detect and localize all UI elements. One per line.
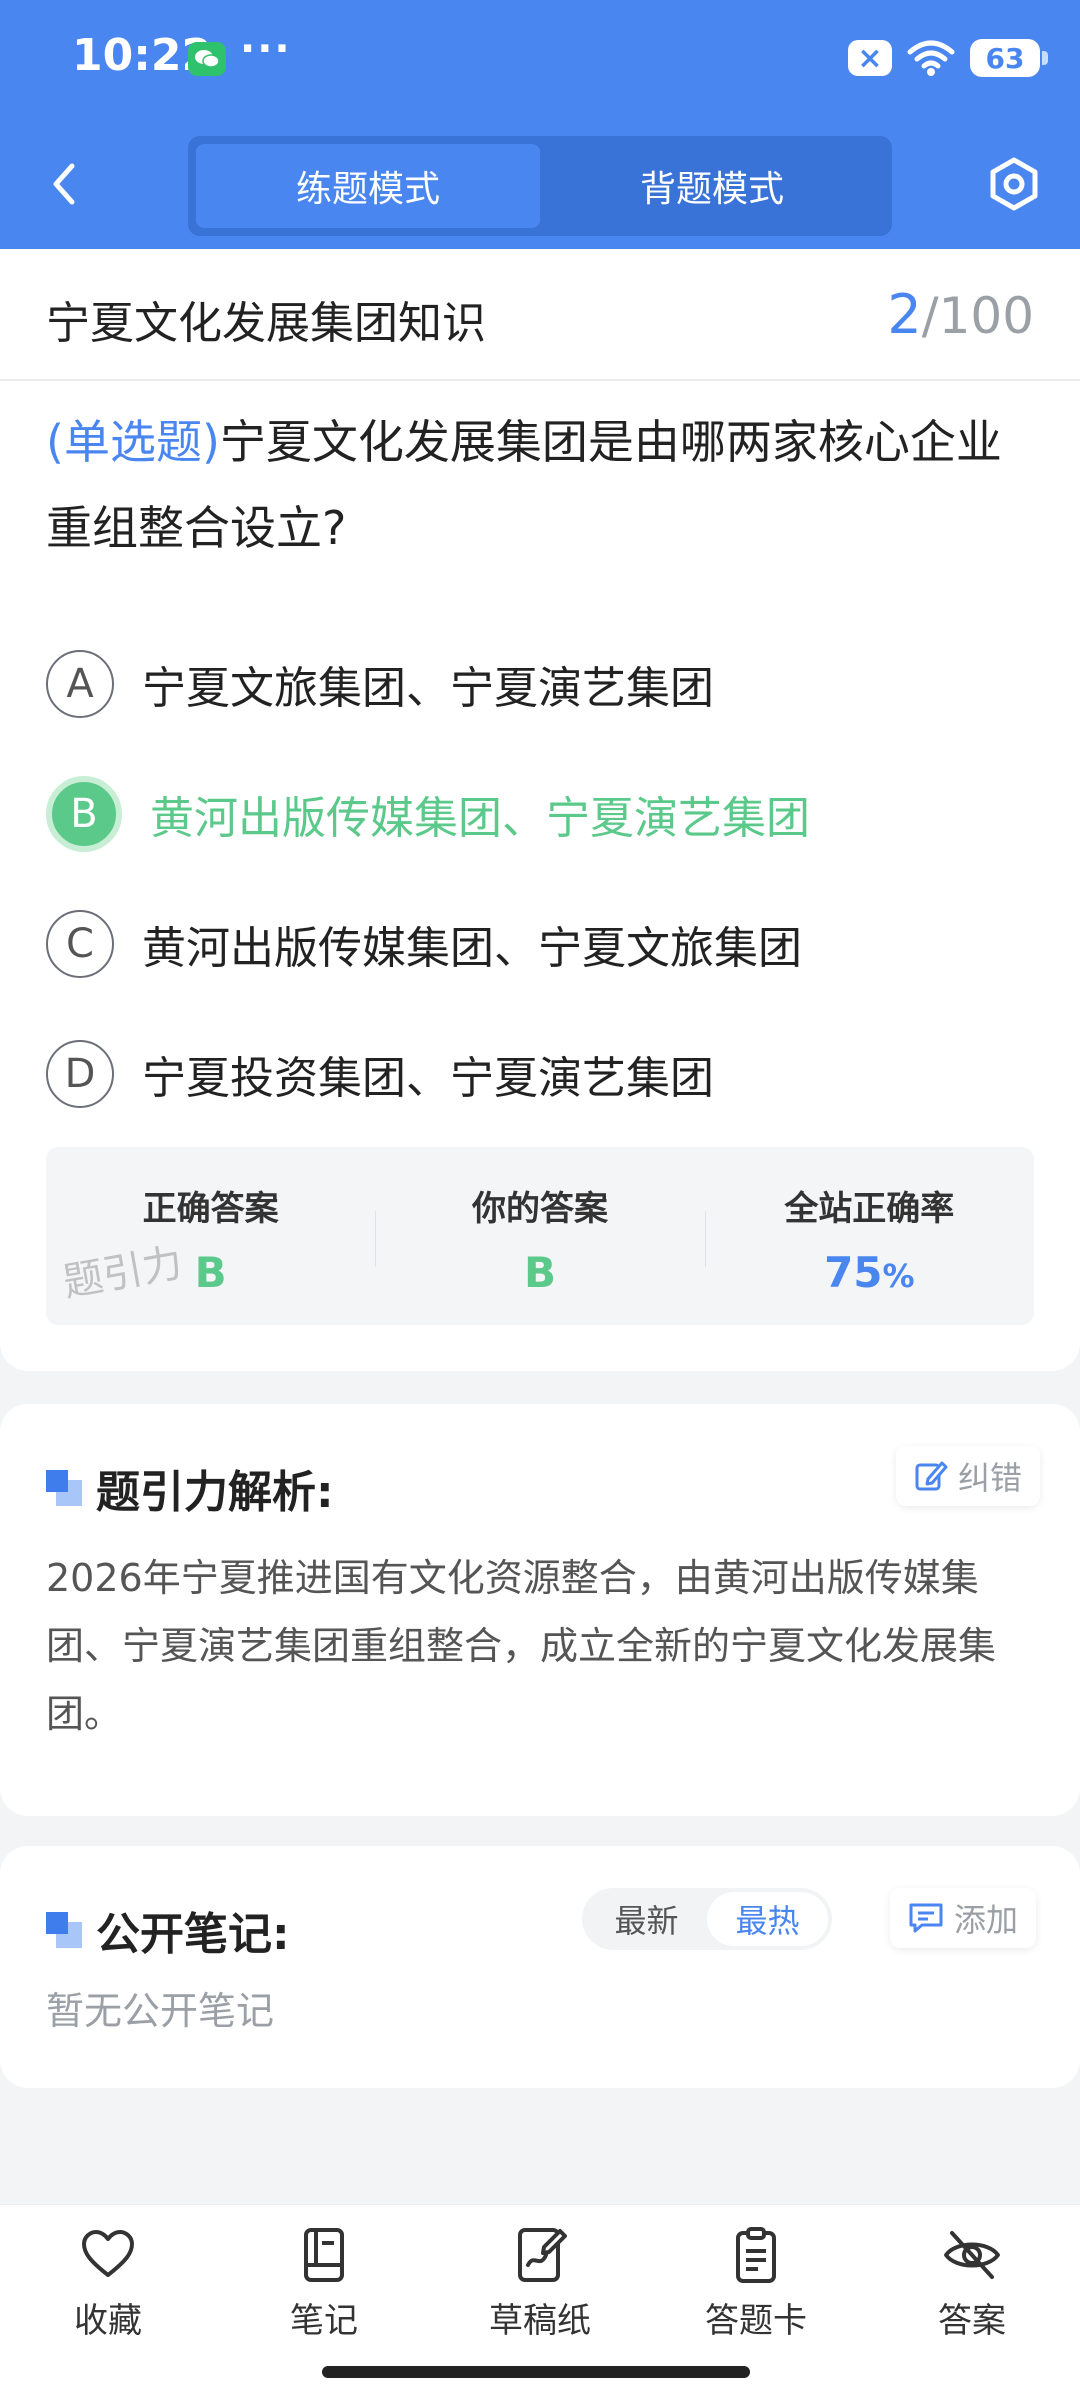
question-stem: (单选题)宁夏文化发展集团是由哪两家核心企业重组整合设立?	[46, 399, 1036, 571]
report-error-button[interactable]: 纠错	[896, 1446, 1041, 1506]
add-note-label: 添加	[954, 1901, 1019, 1939]
accuracy-rate-stat: 全站正确率 75%	[704, 1147, 1034, 1325]
answer-sheet-tab[interactable]: 答题卡	[676, 2225, 836, 2342]
tab-label: 草稿纸	[489, 2301, 591, 2341]
option-text: 黄河出版传媒集团、宁夏文旅集团	[142, 923, 802, 974]
settings-hexagon-icon[interactable]	[984, 154, 1044, 214]
option-letter: C	[46, 910, 114, 978]
tab-label: 答题卡	[705, 2301, 807, 2341]
draft-paper-tab[interactable]: 草稿纸	[460, 2225, 620, 2342]
option-b[interactable]: B 黄河出版传媒集团、宁夏演艺集团	[46, 749, 1036, 879]
add-note-button[interactable]: 添加	[890, 1888, 1037, 1948]
option-letter: D	[46, 1040, 114, 1108]
wechat-icon	[188, 42, 226, 76]
option-d[interactable]: D 宁夏投资集团、宁夏演艺集团	[46, 1009, 1036, 1139]
current-question-number: 2	[887, 283, 922, 346]
option-text: 宁夏文旅集团、宁夏演艺集团	[142, 663, 714, 714]
back-chevron-icon[interactable]	[44, 158, 84, 210]
sort-hottest-button[interactable]: 最热	[707, 1892, 828, 1946]
option-c[interactable]: C 黄河出版传媒集团、宁夏文旅集团	[46, 879, 1036, 1009]
nav-row: 练题模式 背题模式	[0, 130, 1080, 240]
answer-sheet-icon	[736, 2227, 776, 2283]
options-list: A 宁夏文旅集团、宁夏演艺集团 B 黄河出版传媒集团、宁夏演艺集团 C 黄河出版…	[46, 619, 1036, 1139]
notes-header: 公开笔记:	[46, 1898, 290, 1962]
notes-tab[interactable]: 笔记	[244, 2225, 404, 2342]
rate-number: 75	[824, 1248, 883, 1297]
analysis-header: 题引力解析:	[46, 1456, 334, 1520]
rate-unit: %	[882, 1257, 915, 1295]
eye-off-icon	[944, 2231, 1000, 2279]
notebook-icon	[304, 2228, 344, 2282]
show-answer-tab[interactable]: 答案	[892, 2225, 1052, 2342]
question-type: (单选题)	[46, 415, 220, 469]
practice-mode-tab[interactable]: 练题模式	[196, 144, 540, 228]
stat-value: 75%	[705, 1248, 1034, 1297]
tab-label: 答案	[938, 2301, 1006, 2341]
favorite-tab[interactable]: 收藏	[28, 2225, 188, 2342]
wifi-icon	[907, 40, 955, 76]
more-notifications-icon: ···	[240, 26, 292, 72]
option-text: 宁夏投资集团、宁夏演艺集团	[142, 1053, 714, 1104]
notes-sort-toggle: 最新 最热	[582, 1888, 832, 1950]
section-squares-icon	[46, 1470, 82, 1506]
heart-icon	[82, 2230, 134, 2277]
close-box-icon: ×	[848, 40, 892, 76]
option-letter: B	[46, 776, 122, 852]
edit-icon	[915, 1461, 948, 1491]
option-a[interactable]: A 宁夏文旅集团、宁夏演艺集团	[46, 619, 1036, 749]
mode-toggle: 练题模式 背题模式	[188, 136, 892, 236]
analysis-title: 题引力解析:	[96, 1467, 334, 1518]
draft-paper-icon	[518, 2228, 567, 2282]
status-icons: × 63	[848, 38, 1048, 78]
option-letter: A	[46, 650, 114, 718]
collection-title: 宁夏文化发展集团知识	[46, 298, 486, 349]
app-header: 10:22 ··· × 63 练题模式 背题模式	[0, 0, 1080, 249]
correct-answer-stat: 正确答案 B 题引力	[46, 1147, 375, 1325]
stat-label: 你的答案	[471, 1189, 608, 1229]
battery-icon: 63	[970, 39, 1048, 77]
tab-label: 收藏	[74, 2301, 142, 2341]
public-notes-card: 公开笔记: 最新 最热 添加 暂无公开笔记	[0, 1846, 1080, 2088]
question-counter: 2/100	[887, 283, 1034, 346]
sort-latest-button[interactable]: 最新	[586, 1892, 707, 1946]
stat-value: B	[523, 1248, 556, 1297]
home-indicator[interactable]	[322, 2366, 750, 2378]
comment-icon	[909, 1903, 943, 1933]
answer-stats: 正确答案 B 题引力 你的答案 B 全站正确率 75%	[46, 1147, 1034, 1325]
report-error-label: 纠错	[958, 1459, 1023, 1497]
empty-notes-text: 暂无公开笔记	[46, 1989, 275, 2033]
analysis-text: 2026年宁夏推进国有文化资源整合，由黄河出版传媒集团、宁夏演艺集团重组整合，成…	[46, 1556, 997, 1736]
option-text: 黄河出版传媒集团、宁夏演艺集团	[150, 793, 810, 844]
analysis-card: 题引力解析: 纠错 2026年宁夏推进国有文化资源整合，由黄河出版传媒集团、宁夏…	[0, 1404, 1080, 1816]
stat-label: 全站正确率	[784, 1189, 955, 1229]
status-bar: 10:22 ··· × 63	[0, 0, 1080, 120]
stat-label: 正确答案	[142, 1189, 279, 1229]
total-questions: /100	[921, 287, 1034, 345]
section-squares-icon	[46, 1912, 82, 1948]
title-row: 宁夏文化发展集团知识 2/100	[0, 249, 1080, 381]
question-card: 宁夏文化发展集团知识 2/100 (单选题)宁夏文化发展集团是由哪两家核心企业重…	[0, 249, 1080, 1371]
your-answer-stat: 你的答案 B	[375, 1147, 704, 1325]
notes-title: 公开笔记:	[96, 1909, 290, 1960]
memorize-mode-tab[interactable]: 背题模式	[540, 144, 884, 228]
tab-label: 笔记	[290, 2301, 358, 2341]
